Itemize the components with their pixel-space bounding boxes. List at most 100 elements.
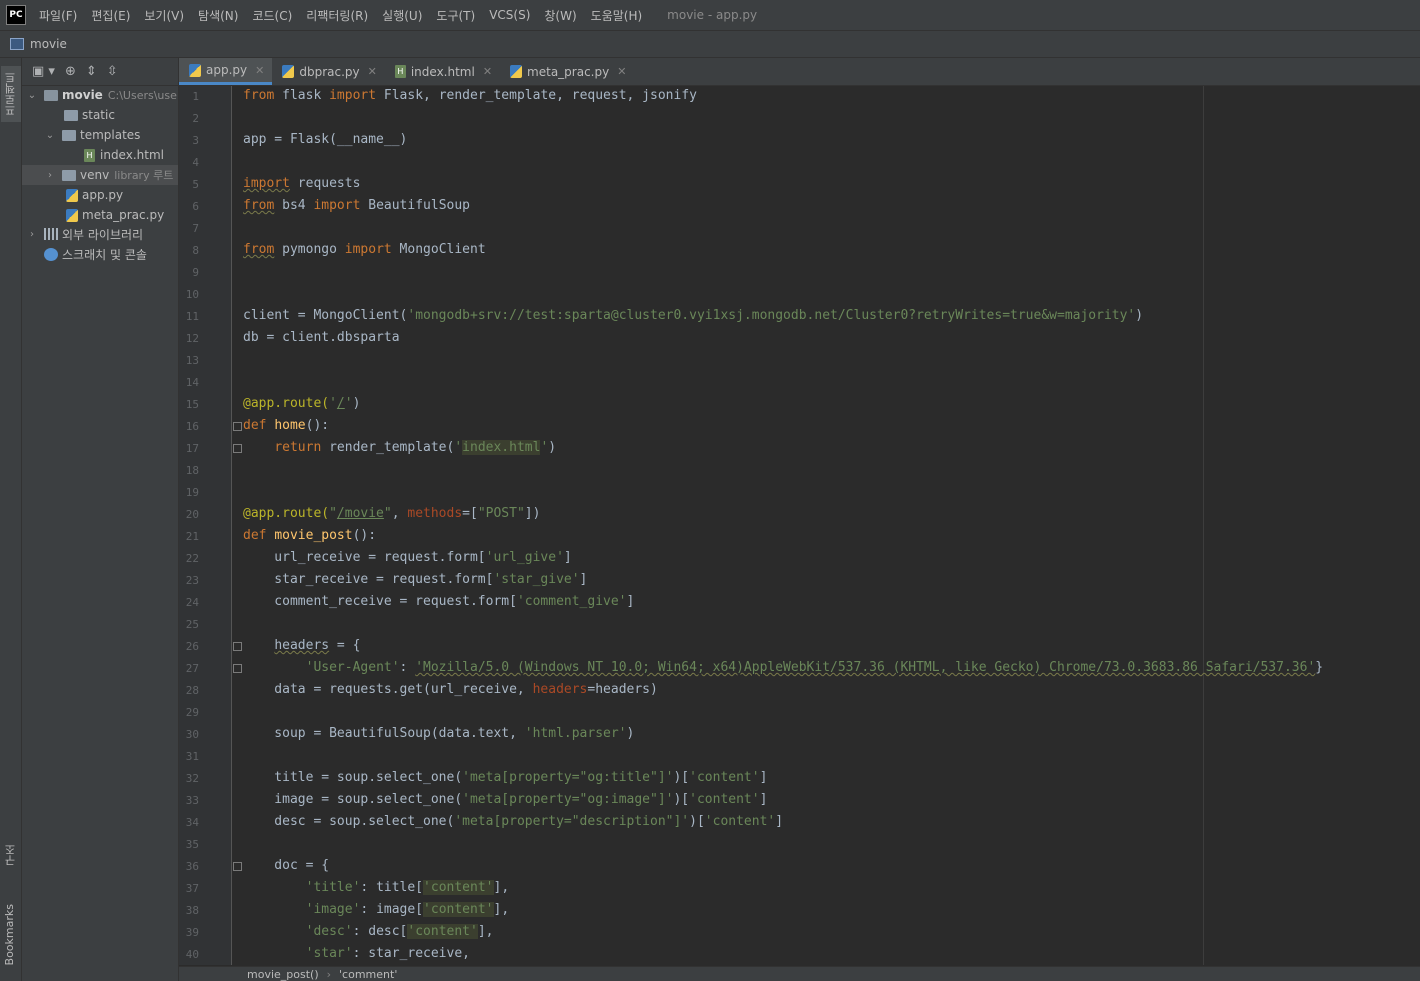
code-line-30[interactable]: soup = BeautifulSoup(data.text, 'html.pa… xyxy=(243,726,634,741)
code-line-27[interactable]: 'User-Agent': 'Mozilla/5.0 (Windows NT 1… xyxy=(243,660,1323,675)
close-icon[interactable]: ✕ xyxy=(255,64,264,77)
code-line-8[interactable]: from pymongo import MongoClient xyxy=(243,242,486,257)
tree-item-label: templates xyxy=(80,128,141,142)
menu-code[interactable]: 코드(C) xyxy=(245,7,299,24)
tree-item-index-html[interactable]: H index.html xyxy=(22,145,178,165)
menu-run[interactable]: 실행(U) xyxy=(375,7,429,24)
line-number: 5 xyxy=(192,178,199,191)
line-number: 29 xyxy=(185,706,199,719)
tab-label: meta_prac.py xyxy=(527,64,610,79)
line-number: 8 xyxy=(192,244,199,257)
code-line-12[interactable]: db = client.dbsparta xyxy=(243,330,400,345)
code-line-28[interactable]: data = requests.get(url_receive, headers… xyxy=(243,682,658,697)
tab-label: app.py xyxy=(206,63,248,77)
code-line-20[interactable]: @app.route("/movie", methods=["POST"]) xyxy=(243,506,540,521)
code-line-15[interactable]: @app.route('/') xyxy=(243,396,360,411)
tree-item-external-libraries[interactable]: › 외부 라이브러리 xyxy=(22,224,178,244)
menu-help[interactable]: 도움말(H) xyxy=(584,7,650,24)
line-number: 2 xyxy=(192,112,199,125)
code-line-3[interactable]: app = Flask(__name__) xyxy=(243,132,407,147)
code-line-6[interactable]: from bs4 import BeautifulSoup xyxy=(243,198,470,213)
code-line-1[interactable]: from flask import Flask, render_template… xyxy=(243,88,697,103)
tree-root-movie[interactable]: ⌄ movie C:\Users\use xyxy=(22,85,178,105)
tab-dbprac-py[interactable]: dbprac.py ✕ xyxy=(272,58,385,85)
code-line-34[interactable]: desc = soup.select_one('meta[property="d… xyxy=(243,814,783,829)
structure-tool-button[interactable]: 구조 xyxy=(3,844,19,866)
line-number: 25 xyxy=(185,618,199,631)
line-number: 34 xyxy=(185,816,199,829)
fold-marker-icon[interactable] xyxy=(233,664,242,673)
tree-item-static[interactable]: static xyxy=(22,105,178,125)
close-icon[interactable]: ✕ xyxy=(483,65,492,78)
code-line-21[interactable]: def movie_post(): xyxy=(243,528,376,543)
code-line-17[interactable]: return render_template('index.html') xyxy=(243,440,556,455)
fold-marker-icon[interactable] xyxy=(233,444,242,453)
code-line-36[interactable]: doc = { xyxy=(243,858,329,873)
chevron-down-icon[interactable]: ⌄ xyxy=(44,130,56,141)
python-file-icon xyxy=(66,188,78,202)
chevron-right-icon[interactable]: › xyxy=(44,170,56,181)
tree-item-templates[interactable]: ⌄ templates xyxy=(22,125,178,145)
close-icon[interactable]: ✕ xyxy=(617,65,626,78)
project-view-dropdown-icon[interactable]: ▣ ▾ xyxy=(32,64,55,79)
code-line-22[interactable]: url_receive = request.form['url_give'] xyxy=(243,550,571,565)
line-number: 24 xyxy=(185,596,199,609)
tab-label: index.html xyxy=(410,64,475,79)
expand-all-icon[interactable]: ⇕ xyxy=(86,64,97,79)
fold-marker-icon[interactable] xyxy=(233,422,242,431)
menu-tools[interactable]: 도구(T) xyxy=(429,7,482,24)
library-icon xyxy=(44,228,58,240)
tree-item-hint: library 루트 xyxy=(114,169,174,182)
tree-item-venv[interactable]: › venv library 루트 xyxy=(22,165,178,185)
code-line-16[interactable]: def home(): xyxy=(243,418,329,433)
code-line-11[interactable]: client = MongoClient('mongodb+srv://test… xyxy=(243,308,1143,323)
code-line-24[interactable]: comment_receive = request.form['comment_… xyxy=(243,594,634,609)
line-number: 4 xyxy=(192,156,199,169)
breadcrumb: movie_post() › 'comment' xyxy=(179,966,1420,981)
chevron-right-icon: › xyxy=(326,967,332,981)
code-line-33[interactable]: image = soup.select_one('meta[property="… xyxy=(243,792,767,807)
nav-project-name[interactable]: movie xyxy=(30,37,67,51)
code-line-23[interactable]: star_receive = request.form['star_give'] xyxy=(243,572,587,587)
menu-vcs[interactable]: VCS(S) xyxy=(482,8,537,22)
close-icon[interactable]: ✕ xyxy=(368,65,377,78)
menu-edit[interactable]: 편집(E) xyxy=(84,7,137,24)
tree-item-scratches[interactable]: 스크래치 및 콘솔 xyxy=(22,244,178,264)
breadcrumb-item-function[interactable]: movie_post() xyxy=(247,968,319,981)
python-file-icon xyxy=(282,65,295,78)
breadcrumb-item-key[interactable]: 'comment' xyxy=(339,968,397,981)
code-line-26[interactable]: headers = { xyxy=(243,638,360,653)
menu-window[interactable]: 창(W) xyxy=(537,7,583,24)
code-line-39[interactable]: 'desc': desc['content'], xyxy=(243,924,494,939)
chevron-right-icon[interactable]: › xyxy=(26,229,38,240)
tree-item-app-py[interactable]: app.py xyxy=(22,185,178,205)
pycharm-logo-icon[interactable]: PC xyxy=(6,5,26,25)
locate-file-icon[interactable]: ⊕ xyxy=(65,64,76,79)
code-line-32[interactable]: title = soup.select_one('meta[property="… xyxy=(243,770,767,785)
menu-file[interactable]: 파일(F) xyxy=(32,7,84,24)
code-editor[interactable]: 1 2 3 4 5 6 7 8 9 10 11 12 13 14 15 16 17 18 19 20 21 22 23 24 2… xyxy=(179,86,1420,965)
fold-marker-icon[interactable] xyxy=(233,642,242,651)
tree-item-label: index.html xyxy=(100,148,164,162)
line-number-gutter: 1 2 3 4 5 6 7 8 9 10 11 12 13 14 15 16 17 18 19 20 21 22 23 24 2… xyxy=(179,86,232,965)
folder-icon xyxy=(44,89,58,101)
tab-app-py[interactable]: app.py ✕ xyxy=(179,58,273,85)
tree-item-meta-prac-py[interactable]: meta_prac.py xyxy=(22,205,178,225)
tab-meta-prac-py[interactable]: meta_prac.py ✕ xyxy=(500,58,634,85)
project-tool-button[interactable]: 프로젝트 xyxy=(1,66,21,122)
tree-item-label: static xyxy=(82,108,115,122)
code-line-37[interactable]: 'title': title['content'], xyxy=(243,880,509,895)
menu-refactor[interactable]: 리팩터링(R) xyxy=(299,7,375,24)
collapse-all-icon[interactable]: ⇳ xyxy=(107,64,118,79)
line-number: 22 xyxy=(185,552,199,565)
tab-index-html[interactable]: H index.html ✕ xyxy=(385,58,500,85)
tree-root-path: C:\Users\use xyxy=(107,88,177,102)
code-line-38[interactable]: 'image': image['content'], xyxy=(243,902,509,917)
fold-marker-icon[interactable] xyxy=(233,862,242,871)
chevron-down-icon[interactable]: ⌄ xyxy=(26,90,38,101)
menu-view[interactable]: 보기(V) xyxy=(137,7,191,24)
menu-navigate[interactable]: 탐색(N) xyxy=(191,7,245,24)
bookmarks-tool-button[interactable]: Bookmarks xyxy=(3,904,16,965)
code-line-40[interactable]: 'star': star_receive, xyxy=(243,946,470,961)
code-line-5[interactable]: import requests xyxy=(243,176,360,191)
